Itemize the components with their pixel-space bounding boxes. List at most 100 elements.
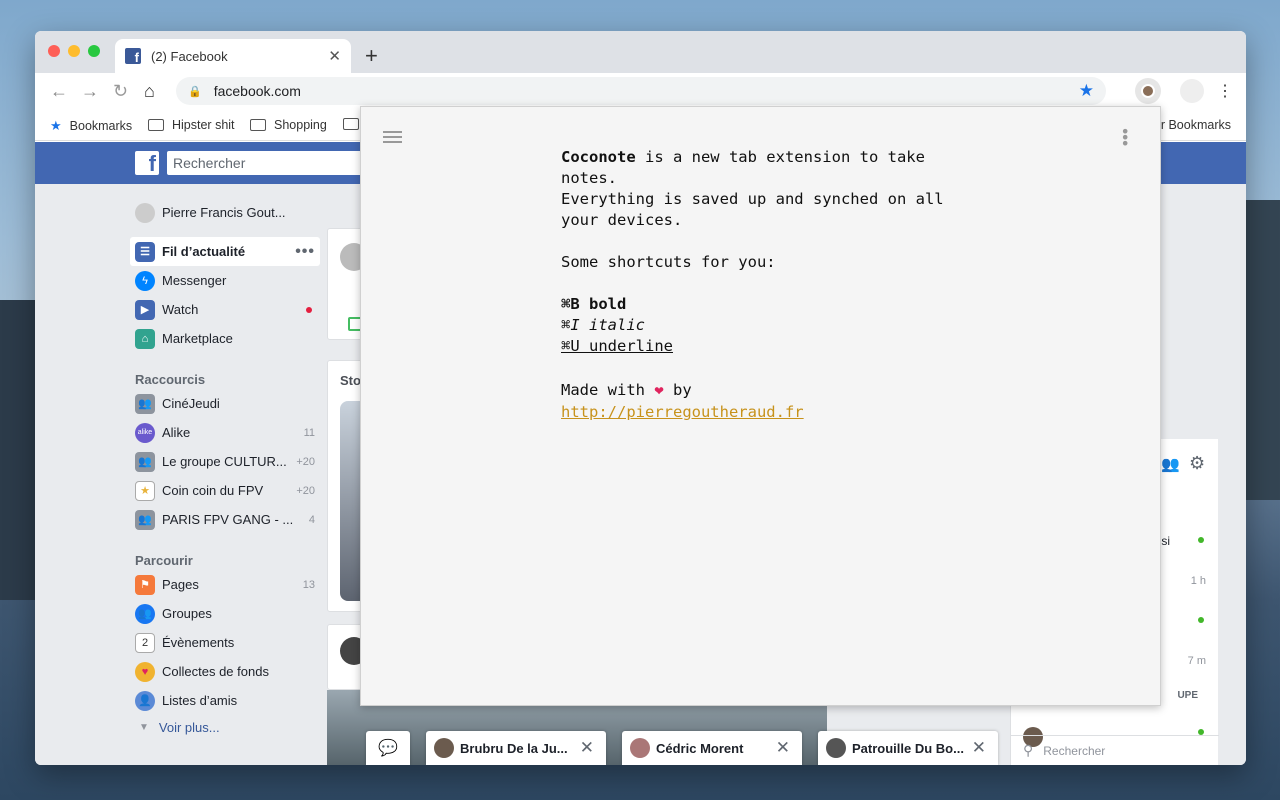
nav-item-newsfeed[interactable]: ☰ Fil d’actualité ••• <box>130 237 320 266</box>
shortcuts-heading: Raccourcis <box>135 372 206 387</box>
contact-time: 7 m <box>1187 655 1206 667</box>
online-indicator <box>1198 617 1204 623</box>
close-icon[interactable]: ✕ <box>580 738 594 758</box>
group-icon: 👥 <box>135 393 155 414</box>
stories-title: Sto <box>340 373 361 388</box>
reload-icon[interactable]: ↻ <box>113 81 128 102</box>
lock-icon: 🔒 <box>188 85 202 98</box>
bookmark-shopping[interactable]: Shopping <box>250 118 327 132</box>
group-heading-fragment: UPE <box>1177 690 1198 701</box>
browser-toolbar: ← → ↻ ⌂ 🔒 facebook.com ★ ⋮ <box>35 73 1246 109</box>
facebook-logo-icon[interactable]: f <box>135 151 159 175</box>
explore-item-pages[interactable]: ⚑ Pages 13 <box>130 570 320 599</box>
shortcut-underline: ⌘U underline <box>561 337 673 355</box>
newsfeed-icon: ☰ <box>135 241 155 262</box>
chat-tab[interactable]: Cédric Morent ✕ <box>622 731 802 765</box>
contacts-search-input[interactable]: ⚲ Rechercher <box>1011 735 1219 765</box>
forward-icon[interactable]: → <box>81 81 99 102</box>
explore-item-friend-lists[interactable]: 👤 Listes d’amis <box>130 686 320 715</box>
close-icon[interactable]: ✕ <box>972 738 986 758</box>
coconote-extension-icon[interactable] <box>1135 78 1161 104</box>
heart-icon: ❤ <box>654 381 664 399</box>
shortcut-italic: ⌘I italic <box>561 316 645 334</box>
address-bar[interactable]: 🔒 facebook.com ★ <box>176 77 1106 105</box>
home-icon[interactable]: ⌂ <box>144 81 155 102</box>
note-editor[interactable]: Coconote is a new tab extension to take … <box>561 147 981 423</box>
user-profile-link[interactable]: Pierre Francis Gout... <box>130 198 320 227</box>
chat-tab[interactable]: Patrouille Du Bo... ✕ <box>818 731 998 765</box>
chat-avatar <box>826 738 846 758</box>
nav-item-watch[interactable]: ▶ Watch <box>130 295 320 324</box>
pages-flag-icon: ⚑ <box>135 574 155 595</box>
shortcut-item[interactable]: alike Alike 11 <box>130 418 320 447</box>
maximize-window-button[interactable] <box>88 45 100 57</box>
shortcut-item[interactable]: 👥 CinéJeudi <box>130 389 320 418</box>
nav-item-marketplace[interactable]: ⌂ Marketplace <box>130 324 320 353</box>
alike-icon: alike <box>135 422 155 443</box>
more-options-icon[interactable]: ••• <box>295 243 315 261</box>
user-avatar <box>135 202 155 223</box>
made-with-line: Made with ❤ by <box>561 381 692 399</box>
story-thumbnail[interactable] <box>340 401 360 601</box>
bookmark-star-icon[interactable]: ★ <box>1079 81 1094 101</box>
shortcut-bold: ⌘B bold <box>561 295 627 313</box>
desktop-background-left <box>0 300 40 600</box>
chat-bubbles-icon: 💬 <box>378 740 398 757</box>
explore-item-fundraisers[interactable]: ♥ Collectes de fonds <box>130 657 320 686</box>
folder-icon <box>148 119 164 131</box>
explore-item-events[interactable]: 2 Évènements <box>130 628 320 657</box>
facebook-search-input[interactable]: Rechercher <box>167 151 367 175</box>
nav-item-messenger[interactable]: ϟ Messenger <box>130 266 320 295</box>
contact-time: 1 h <box>1190 575 1206 587</box>
friend-list-icon: 👤 <box>135 690 155 711</box>
profile-avatar[interactable] <box>1180 79 1204 103</box>
desktop-background-right <box>1240 200 1280 500</box>
close-window-button[interactable] <box>48 45 60 57</box>
coconote-popup: • • • Coconote is a new tab extension to t… <box>360 106 1161 706</box>
chat-avatar <box>630 738 650 758</box>
left-navigation: Pierre Francis Gout... ☰ Fil d’actualité… <box>130 184 320 739</box>
chat-launcher-button[interactable]: 💬 <box>366 731 410 765</box>
browser-menu-icon[interactable]: ⋮ <box>1217 81 1233 101</box>
bookmark-hipster-shit[interactable]: Hipster shit <box>148 118 235 132</box>
online-indicator <box>1198 537 1204 543</box>
shortcut-item[interactable]: ★ Coin coin du FPV +20 <box>130 476 320 505</box>
star-icon: ★ <box>50 118 62 133</box>
bookmark-bookmarks[interactable]: ★ Bookmarks <box>50 118 132 134</box>
add-friends-icon[interactable]: 👥 <box>1161 455 1180 473</box>
groups-icon: 👥 <box>135 603 155 624</box>
tab-close-icon[interactable]: ✕ <box>328 47 341 65</box>
tab-title: (2) Facebook <box>151 48 228 64</box>
see-more-link[interactable]: ▼ Voir plus... <box>130 715 320 739</box>
url-text: facebook.com <box>213 83 301 99</box>
gear-icon[interactable]: ⚙ <box>1189 453 1205 474</box>
marketplace-icon: ⌂ <box>135 328 155 349</box>
note-sync-line: Everything is saved up and synched on al… <box>561 190 944 229</box>
group-icon: 👥 <box>135 451 155 472</box>
shortcut-item[interactable]: 👥 Le groupe CULTUR... +20 <box>130 447 320 476</box>
minimize-window-button[interactable] <box>68 45 80 57</box>
watch-icon: ▶ <box>135 299 155 320</box>
folder-icon <box>250 119 266 131</box>
facebook-favicon-icon: f <box>125 48 141 64</box>
shortcuts-header: Some shortcuts for you: <box>561 253 776 271</box>
explore-item-groups[interactable]: 👥 Groupes <box>130 599 320 628</box>
browser-tab[interactable]: f (2) Facebook ✕ <box>115 39 351 73</box>
messenger-icon: ϟ <box>135 270 155 291</box>
explore-heading: Parcourir <box>135 553 193 568</box>
search-icon: ⚲ <box>1023 742 1034 758</box>
author-link[interactable]: http://pierregoutheraud.fr <box>561 403 804 421</box>
group-icon: 👥 <box>135 509 155 530</box>
hamburger-menu-icon[interactable] <box>383 131 402 146</box>
note-intro: Coconote is a new tab extension to take … <box>561 148 925 187</box>
close-icon[interactable]: ✕ <box>776 738 790 758</box>
chat-avatar <box>434 738 454 758</box>
brand-name: Coconote <box>561 148 636 166</box>
chat-tab[interactable]: Brubru De la Ju... ✕ <box>426 731 606 765</box>
new-tab-icon[interactable]: + <box>365 43 378 69</box>
tab-bar: f (2) Facebook ✕ + <box>35 31 1246 73</box>
vertical-dots-menu-icon[interactable]: • • • <box>1120 124 1130 152</box>
notification-dot <box>306 306 312 313</box>
back-icon[interactable]: ← <box>50 81 68 102</box>
shortcut-item[interactable]: 👥 PARIS FPV GANG - ... 4 <box>130 505 320 534</box>
